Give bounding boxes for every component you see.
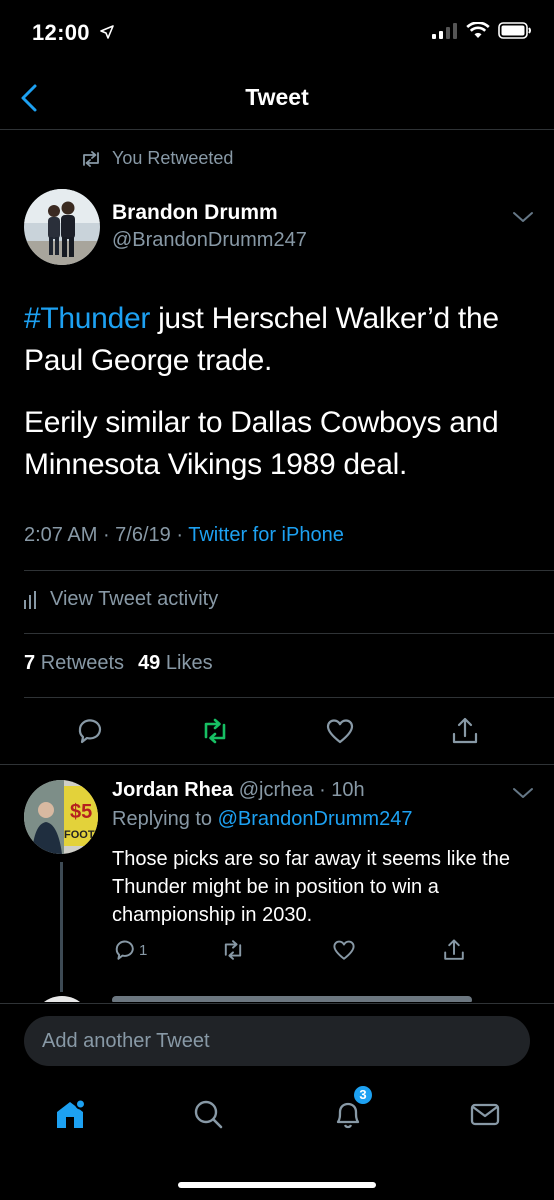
divider (24, 570, 554, 571)
search-icon (194, 1100, 223, 1129)
reply-author-handle[interactable]: @jcrhea (239, 779, 314, 801)
retweet-button-icon[interactable] (200, 716, 230, 746)
nav-bar: Tweet (0, 66, 554, 130)
retweet-icon (83, 150, 99, 167)
status-icons (432, 22, 532, 39)
svg-text:$5: $5 (70, 801, 92, 823)
tab-home[interactable] (48, 1092, 92, 1136)
tweet-text-line3: Eerily similar to Dallas Cowboys and (24, 406, 499, 439)
share-icon (444, 939, 464, 960)
like-heart-icon (333, 940, 355, 960)
divider (24, 697, 554, 698)
replying-to-handle[interactable]: @BrandonDrumm247 (218, 808, 413, 830)
page-title: Tweet (245, 84, 309, 110)
likes-stat[interactable]: 49 Likes (138, 652, 213, 675)
retweet-icon (224, 940, 242, 960)
tweet-text-line4: Minnesota Vikings 1989 deal. (24, 448, 407, 481)
status-bar: 12:00 (0, 0, 554, 66)
reply-retweet-button[interactable] (220, 938, 246, 962)
reply-author-avatar[interactable]: $5 FOOTL (24, 780, 98, 854)
reply-share-button[interactable] (442, 938, 466, 962)
status-time-text: 12:00 (32, 20, 90, 45)
reply-like-button[interactable] (332, 938, 356, 962)
meta-separator: · (97, 524, 116, 546)
reply-author-name[interactable]: Jordan Rhea (112, 779, 233, 801)
likes-label: Likes (165, 652, 213, 674)
replying-to-line: Replying to @BrandonDrumm247 (112, 808, 412, 831)
view-tweet-activity[interactable]: View Tweet activity (24, 588, 218, 611)
thread-connector-line (60, 862, 63, 992)
view-tweet-activity-label: View Tweet activity (50, 588, 219, 610)
tab-search[interactable] (186, 1092, 230, 1136)
reply-icon[interactable] (74, 716, 104, 746)
like-count: 49 (138, 652, 161, 674)
reply-icon (115, 940, 134, 960)
retweets-stat[interactable]: 7 Retweets (24, 652, 124, 675)
reply-reply-button[interactable]: 1 (112, 938, 147, 962)
reply-divider (0, 764, 554, 765)
battery-icon (498, 22, 531, 39)
tweet-meta: 2:07 AM · 7/6/19 · Twitter for iPhone (24, 524, 344, 547)
tweet-source-link[interactable]: Twitter for iPhone (188, 524, 344, 546)
tweet-action-bar (0, 710, 554, 754)
home-indicator[interactable] (178, 1182, 376, 1188)
composer-bar: Add another Tweet (0, 1003, 554, 1081)
svg-text:FOOTL: FOOTL (64, 829, 98, 841)
retweet-context-label: You Retweeted (112, 148, 234, 168)
next-reply-name-peek (112, 996, 472, 1002)
author-avatar-photo (24, 189, 100, 265)
reply-text: Those picks are so far away it seems lik… (112, 848, 510, 926)
tweet-text-line1: just Herschel Walker’d the (150, 302, 499, 335)
like-heart-icon[interactable] (325, 716, 355, 746)
tweet-time: 2:07 AM (24, 524, 98, 546)
reply-options-chevron-icon[interactable] (512, 786, 534, 800)
mail-icon (470, 1103, 500, 1126)
retweet-context: You Retweeted (80, 148, 233, 169)
tweet-text-para2: Eerily similar to Dallas Cowboys and Min… (24, 402, 534, 486)
tweet-date: 7/6/19 (115, 524, 171, 546)
tweet-options-chevron-icon[interactable] (512, 210, 534, 224)
analytics-bars-icon (24, 590, 36, 609)
tab-notifications[interactable]: 3 (326, 1084, 374, 1136)
next-reply-avatar-peek (32, 996, 92, 1002)
retweets-label: Retweets (40, 652, 125, 674)
reply-avatar-photo: $5 FOOTL (24, 780, 98, 854)
hashtag-link[interactable]: #Thunder (24, 302, 150, 335)
reply-author-line: Jordan Rhea @jcrhea · 10h (112, 779, 365, 802)
meta-separator: · (170, 524, 189, 546)
author-handle[interactable]: @BrandonDrumm247 (112, 229, 307, 252)
status-time: 12:00 (32, 20, 115, 46)
tab-messages[interactable] (463, 1092, 507, 1136)
notifications-badge: 3 (352, 1084, 374, 1106)
location-arrow-icon (100, 25, 115, 39)
reply-action-bar: 1 (112, 938, 512, 968)
tweet-text-para1: #Thunder just Herschel Walker’d the Paul… (24, 298, 534, 382)
author-avatar[interactable] (24, 189, 100, 265)
home-icon (57, 1098, 86, 1128)
author-name[interactable]: Brandon Drumm (112, 201, 278, 225)
reply-reply-count: 1 (139, 941, 148, 959)
engagement-stats: 7 Retweets 49 Likes (24, 652, 213, 675)
reply-timestamp: · 10h (319, 779, 365, 801)
add-tweet-input[interactable]: Add another Tweet (24, 1016, 530, 1066)
share-icon[interactable] (450, 716, 480, 746)
tweet-text-line2: Paul George trade. (24, 344, 273, 377)
cellular-signal-icon (432, 22, 457, 39)
next-reply-peek (0, 990, 554, 1002)
divider (24, 633, 554, 634)
replying-to-label: Replying to (112, 808, 213, 830)
wifi-icon (466, 22, 490, 38)
retweet-count: 7 (24, 652, 36, 674)
